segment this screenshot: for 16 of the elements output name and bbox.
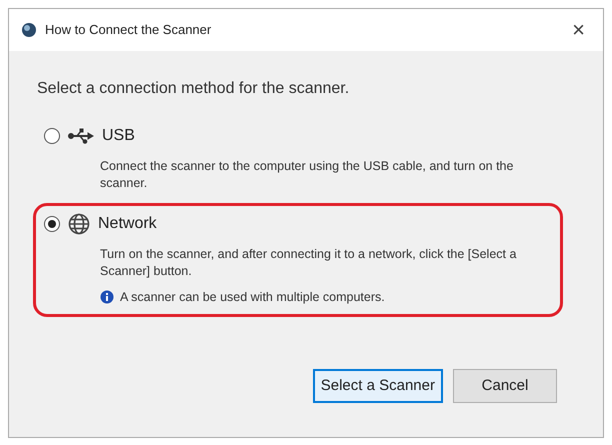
radio-button[interactable] — [44, 128, 60, 144]
radio-button[interactable] — [44, 216, 60, 232]
app-icon — [21, 22, 37, 38]
info-icon — [100, 290, 114, 304]
globe-icon — [68, 212, 90, 235]
select-scanner-button[interactable]: Select a Scanner — [312, 368, 443, 403]
close-button[interactable]: × — [566, 19, 591, 41]
option-description: Turn on the scanner, and after connecting it to a network, click the [Select a Scanner] button. — [100, 246, 518, 280]
option-label[interactable]: USB — [102, 124, 135, 148]
cancel-button[interactable]: Cancel — [453, 368, 557, 403]
info-note: A scanner can be used with multiple computers. — [120, 288, 385, 306]
usb-icon — [68, 128, 94, 144]
instruction-text: Select a connection method for the scanner. — [37, 79, 350, 99]
option-label[interactable]: Network — [98, 212, 157, 236]
window-title: How to Connect the Scanner — [45, 21, 212, 40]
option-description: Connect the scanner to the computer using the USB cable, and turn on the scanner. — [100, 158, 514, 192]
